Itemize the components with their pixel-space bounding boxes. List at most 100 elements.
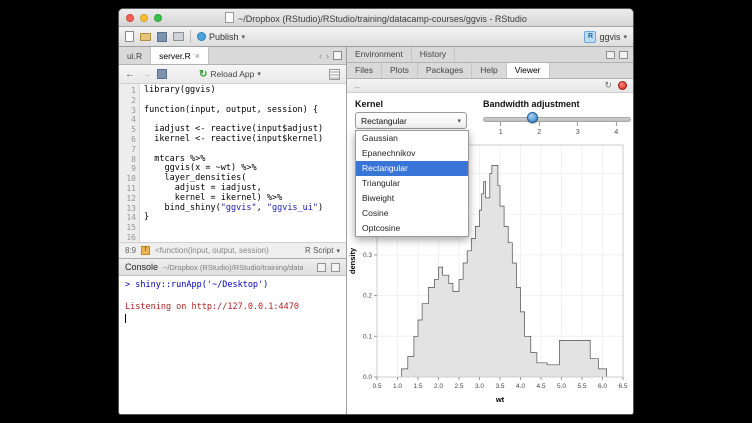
- scope-context[interactable]: <function(input, output, session): [155, 246, 269, 255]
- left-column: ui.R server.R × ‹ › ← →: [119, 47, 347, 414]
- document-outline-icon[interactable]: [329, 69, 340, 80]
- tab-scroll-left-icon[interactable]: ‹: [319, 51, 322, 61]
- tool-tabs: FilesPlotsPackagesHelpViewer: [347, 63, 550, 78]
- forward-icon[interactable]: →: [141, 69, 151, 80]
- caret-down-icon[interactable]: ▾: [257, 70, 261, 78]
- svg-text:6.5: 6.5: [618, 383, 627, 390]
- open-folder-icon[interactable]: [140, 33, 151, 41]
- slider-tick: 1: [499, 122, 503, 136]
- tab-history[interactable]: History: [412, 47, 455, 62]
- cursor-position: 8:9: [125, 246, 136, 255]
- r-project-icon: R: [584, 31, 596, 43]
- close-tab-icon[interactable]: ×: [195, 48, 200, 64]
- minimize-pane-icon[interactable]: [317, 263, 326, 272]
- svg-text:6.0: 6.0: [598, 383, 607, 390]
- svg-text:3.0: 3.0: [475, 383, 484, 390]
- svg-text:1.5: 1.5: [413, 383, 422, 390]
- maximize-pane-icon[interactable]: [619, 51, 628, 59]
- console-line: Listening on http://127.0.0.1:4470: [125, 302, 340, 313]
- code-line[interactable]: ikernel <- reactive(input$kernel): [144, 135, 346, 145]
- editor-statusbar: 8:9 f <function(input, output, session) …: [119, 242, 346, 258]
- code-line[interactable]: function(input, output, session) {: [144, 106, 346, 116]
- refresh-icon[interactable]: ↻: [604, 80, 612, 91]
- toolbar-divider: [190, 30, 191, 43]
- menu-option-optcosine[interactable]: Optcosine: [356, 221, 468, 236]
- menu-option-epanechnikov[interactable]: Epanechnikov: [356, 146, 468, 161]
- project-menu-button[interactable]: R ggvis ▾: [584, 31, 627, 43]
- caret-down-icon: ▾: [336, 247, 340, 255]
- reload-app-button[interactable]: ↻ Reload App ▾: [199, 69, 261, 80]
- svg-text:3.5: 3.5: [495, 383, 504, 390]
- console-working-dir[interactable]: ~/Dropbox (RStudio)/RStudio/training/dat…: [163, 263, 303, 272]
- minimize-pane-icon[interactable]: [606, 51, 615, 59]
- tab-server-r[interactable]: server.R ×: [151, 47, 209, 64]
- close-window-button[interactable]: [126, 14, 134, 22]
- menu-option-cosine[interactable]: Cosine: [356, 206, 468, 221]
- tab-scroll-right-icon[interactable]: ›: [326, 51, 329, 61]
- svg-text:0.1: 0.1: [363, 333, 372, 340]
- back-icon[interactable]: ←: [125, 69, 135, 80]
- code-line[interactable]: bind_shiny("ggvis", "ggvis_ui"): [144, 204, 346, 214]
- titlebar: ~/Dropbox (RStudio)/RStudio/training/dat…: [119, 9, 633, 27]
- publish-button[interactable]: Publish ▾: [197, 32, 245, 42]
- kernel-selected-value: Rectangular: [361, 116, 407, 126]
- slider-tick: 4: [614, 122, 618, 136]
- kernel-dropdown-menu: GaussianEpanechnikovRectangularTriangula…: [355, 130, 469, 237]
- tab-packages[interactable]: Packages: [418, 63, 472, 78]
- project-name: ggvis: [599, 32, 620, 42]
- svg-text:1.0: 1.0: [393, 383, 402, 390]
- zoom-window-button[interactable]: [154, 14, 162, 22]
- minimize-window-button[interactable]: [140, 14, 148, 22]
- tab-viewer[interactable]: Viewer: [507, 63, 550, 78]
- tab-plots[interactable]: Plots: [382, 63, 418, 78]
- save-icon[interactable]: [157, 32, 167, 42]
- tab-files[interactable]: Files: [347, 63, 382, 78]
- console-line: [125, 291, 340, 302]
- traffic-lights: [126, 14, 162, 22]
- console-lines[interactable]: > shiny::runApp('~/Desktop') Listening o…: [119, 276, 346, 414]
- caret-down-icon: ▾: [242, 33, 246, 41]
- svg-text:0.5: 0.5: [372, 383, 381, 390]
- svg-text:2.5: 2.5: [454, 383, 463, 390]
- menu-option-triangular[interactable]: Triangular: [356, 176, 468, 191]
- svg-text:5.0: 5.0: [557, 383, 566, 390]
- new-file-icon[interactable]: [125, 31, 134, 42]
- code-line[interactable]: }: [144, 213, 346, 223]
- save-file-icon[interactable]: [157, 69, 167, 79]
- document-proxy-icon: [225, 12, 234, 23]
- slider-track[interactable]: [483, 117, 631, 122]
- code-editor[interactable]: 12345678910111213141516 library(ggvis) f…: [119, 84, 346, 242]
- tab-ui-r[interactable]: ui.R: [119, 47, 151, 64]
- code-line[interactable]: library(ggvis): [144, 86, 346, 96]
- tab-environment[interactable]: Environment: [347, 47, 412, 62]
- env-tabs: EnvironmentHistory: [347, 47, 455, 62]
- maximize-pane-icon[interactable]: [331, 263, 340, 272]
- kernel-label: Kernel: [355, 99, 467, 109]
- bandwidth-slider[interactable]: 1234: [483, 114, 631, 138]
- menu-option-rectangular[interactable]: Rectangular: [356, 161, 468, 176]
- source-editor-pane: ui.R server.R × ‹ › ← →: [119, 47, 346, 258]
- stop-app-icon[interactable]: [618, 81, 627, 90]
- svg-text:4.0: 4.0: [516, 383, 525, 390]
- svg-text:0.2: 0.2: [363, 293, 372, 300]
- svg-text:5.5: 5.5: [577, 383, 586, 390]
- viewer-back-icon[interactable]: ←: [353, 81, 362, 91]
- publish-label: Publish: [209, 32, 239, 42]
- code-line[interactable]: [144, 223, 346, 233]
- main-toolbar: Publish ▾ R ggvis ▾: [119, 27, 633, 47]
- menu-option-gaussian[interactable]: Gaussian: [356, 131, 468, 146]
- menu-option-biweight[interactable]: Biweight: [356, 191, 468, 206]
- console-pane: Console ~/Dropbox (RStudio)/RStudio/trai…: [119, 258, 346, 414]
- right-column: EnvironmentHistory FilesPlotsPackagesHel…: [347, 47, 633, 414]
- popout-icon[interactable]: [333, 51, 342, 60]
- tab-help[interactable]: Help: [472, 63, 506, 78]
- kernel-select[interactable]: Rectangular ▾: [355, 112, 467, 129]
- file-type-selector[interactable]: R Script ▾: [305, 246, 340, 255]
- caret-down-icon: ▾: [623, 33, 627, 41]
- editor-code-lines[interactable]: library(ggvis) function(input, output, s…: [140, 84, 346, 242]
- editor-tabbar: ui.R server.R × ‹ ›: [119, 47, 346, 65]
- editor-gutter: 12345678910111213141516: [119, 84, 140, 242]
- print-icon[interactable]: [173, 32, 184, 41]
- function-scope-icon: f: [141, 246, 150, 255]
- code-line[interactable]: [144, 233, 346, 242]
